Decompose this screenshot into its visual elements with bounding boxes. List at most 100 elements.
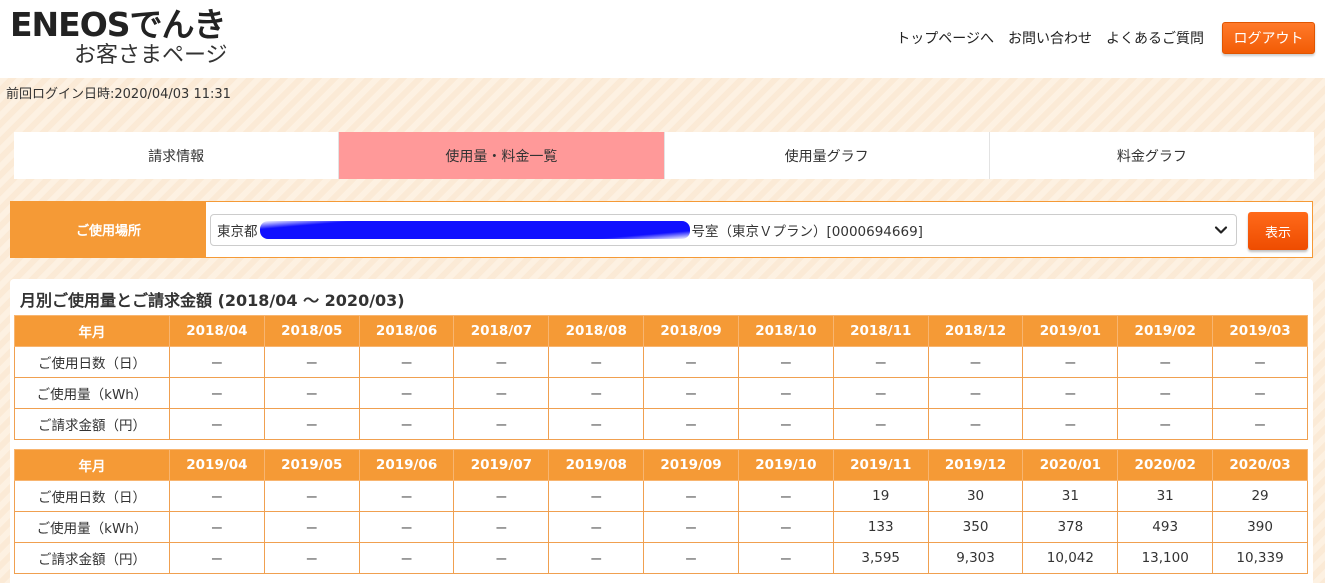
table-row: ご使用日数（日）－－－－－－－ 19 30 31 31 29 (14, 480, 1308, 512)
month-header: 2018/08 (548, 315, 645, 347)
month-header: 2019/09 (643, 449, 739, 481)
value-cell: － (263, 511, 360, 543)
month-header: 2019/12 (927, 449, 1024, 481)
value-cell: － (263, 377, 360, 409)
value-cell: 10,339 (1212, 542, 1308, 574)
value-cell: － (548, 542, 645, 574)
value-cell: 350 (927, 511, 1024, 543)
tab-usage-fee-list[interactable]: 使用量・料金一覧 (339, 132, 665, 179)
month-header: 2018/04 (169, 315, 265, 347)
value-cell: － (169, 377, 265, 409)
value-cell: － (643, 377, 739, 409)
value-cell: － (169, 346, 265, 378)
redaction-mark (259, 221, 690, 239)
monthly-usage-panel: 月別ご使用量とご請求金額 (2018/04 ～ 2020/03) 年月 2018… (10, 279, 1313, 583)
month-header: 2018/06 (358, 315, 455, 347)
select-address-suffix: 号室（東京Ｖプラン）[0000694669] (691, 224, 923, 240)
table-row: ご使用量（kWh）－－－－－－－ 133 350 378 493 390 (14, 511, 1308, 543)
tab-fee-graph[interactable]: 料金グラフ (990, 132, 1314, 179)
month-header: 2018/05 (263, 315, 360, 347)
value-cell: － (737, 346, 834, 378)
table-row: ご使用日数（日）－－－－－－－－－－－－ (14, 346, 1308, 378)
value-cell: － (263, 408, 360, 440)
usage-location-bar: ご使用場所 東京都 号室（東京Ｖプラン）[0000694669] 表示 (10, 201, 1313, 258)
value-cell: － (737, 377, 834, 409)
month-header: 2018/11 (832, 315, 929, 347)
usage-table-1: 年月 2018/04 2018/05 2018/06 2018/07 2018/… (14, 315, 1308, 440)
month-header: 2018/12 (927, 315, 1024, 347)
value-cell: － (263, 542, 360, 574)
value-cell: － (643, 511, 739, 543)
value-cell: － (643, 542, 739, 574)
table-row: ご請求金額（円）－－－－－－－－－－－－ (14, 408, 1308, 440)
value-cell: 19 (832, 480, 929, 512)
nav-faq-link[interactable]: よくあるご質問 (1106, 28, 1204, 48)
panel-title: 月別ご使用量とご請求金額 (2018/04 ～ 2020/03) (20, 291, 405, 310)
value-cell: 3,595 (832, 542, 929, 574)
month-header: 2019/07 (453, 449, 550, 481)
value-cell: － (737, 542, 834, 574)
value-cell: 13,100 (1117, 542, 1214, 574)
tab-billing-info[interactable]: 請求情報 (14, 132, 340, 179)
eneos-logo[interactable]: ENEOSでんき お客さまページ (10, 6, 260, 72)
chevron-down-icon (1214, 226, 1228, 234)
value-cell: － (358, 346, 455, 378)
value-cell: － (927, 408, 1024, 440)
value-cell: － (453, 346, 550, 378)
row-label: ご請求金額（円） (14, 542, 170, 574)
usage-table-1-body: ご使用日数（日）－－－－－－－－－－－－ご使用量（kWh）－－－－－－－－－－－… (14, 346, 1308, 440)
value-cell: 378 (1022, 511, 1119, 543)
nav-top-page-link[interactable]: トップページへ (896, 28, 994, 48)
usage-location-label: ご使用場所 (11, 202, 206, 257)
logout-button[interactable]: ログアウト (1222, 22, 1315, 54)
value-cell: － (548, 377, 645, 409)
value-cell: － (358, 511, 455, 543)
month-header: 2019/02 (1117, 315, 1214, 347)
month-header: 2019/10 (737, 449, 834, 481)
month-header: 2018/10 (737, 315, 834, 347)
value-cell: － (453, 377, 550, 409)
month-header: 2019/06 (358, 449, 455, 481)
usage-location-select[interactable]: 東京都 号室（東京Ｖプラン）[0000694669] (210, 214, 1237, 246)
value-cell: － (832, 377, 929, 409)
value-cell: － (548, 480, 645, 512)
value-cell: － (169, 511, 265, 543)
value-cell: － (358, 408, 455, 440)
value-cell: － (548, 346, 645, 378)
tab-usage-graph[interactable]: 使用量グラフ (665, 132, 990, 179)
value-cell: － (358, 480, 455, 512)
value-cell: 30 (927, 480, 1024, 512)
nav-contact-link[interactable]: お問い合わせ (1008, 28, 1092, 48)
row-label: ご使用量（kWh） (14, 511, 170, 543)
month-header: 2019/05 (263, 449, 360, 481)
main-tabs: 請求情報 使用量・料金一覧 使用量グラフ 料金グラフ (14, 132, 1314, 179)
value-cell: － (643, 408, 739, 440)
value-cell: － (832, 346, 929, 378)
table-row: ご請求金額（円）－－－－－－－ 3,595 9,303 10,042 13,100 10,… (14, 542, 1308, 574)
last-login-text: 前回ログイン日時:2020/04/03 11:31 (6, 87, 231, 102)
value-cell: － (737, 480, 834, 512)
value-cell: － (1117, 377, 1214, 409)
value-cell: － (548, 511, 645, 543)
row-label: ご使用量（kWh） (14, 377, 170, 409)
month-header: 2019/03 (1212, 315, 1308, 347)
table-header-row: 年月 2019/04 2019/05 2019/06 2019/07 2019/… (14, 449, 1308, 481)
header-nav: トップページへ お問い合わせ よくあるご質問 ログアウト (882, 22, 1315, 54)
value-cell: － (1022, 377, 1119, 409)
value-cell: 31 (1022, 480, 1119, 512)
select-address-prefix: 東京都 (217, 224, 258, 240)
show-button[interactable]: 表示 (1248, 212, 1308, 250)
value-cell: － (453, 511, 550, 543)
value-cell: － (643, 346, 739, 378)
value-cell: － (548, 408, 645, 440)
value-cell: 31 (1117, 480, 1214, 512)
value-cell: － (453, 408, 550, 440)
table-row: ご使用量（kWh）－－－－－－－－－－－－ (14, 377, 1308, 409)
value-cell: － (358, 377, 455, 409)
value-cell: － (1117, 408, 1214, 440)
header-cell: 年月 (14, 315, 170, 347)
row-label: ご請求金額（円） (14, 408, 170, 440)
month-header: 2019/11 (832, 449, 929, 481)
header-cell: 年月 (14, 449, 170, 481)
value-cell: － (169, 480, 265, 512)
